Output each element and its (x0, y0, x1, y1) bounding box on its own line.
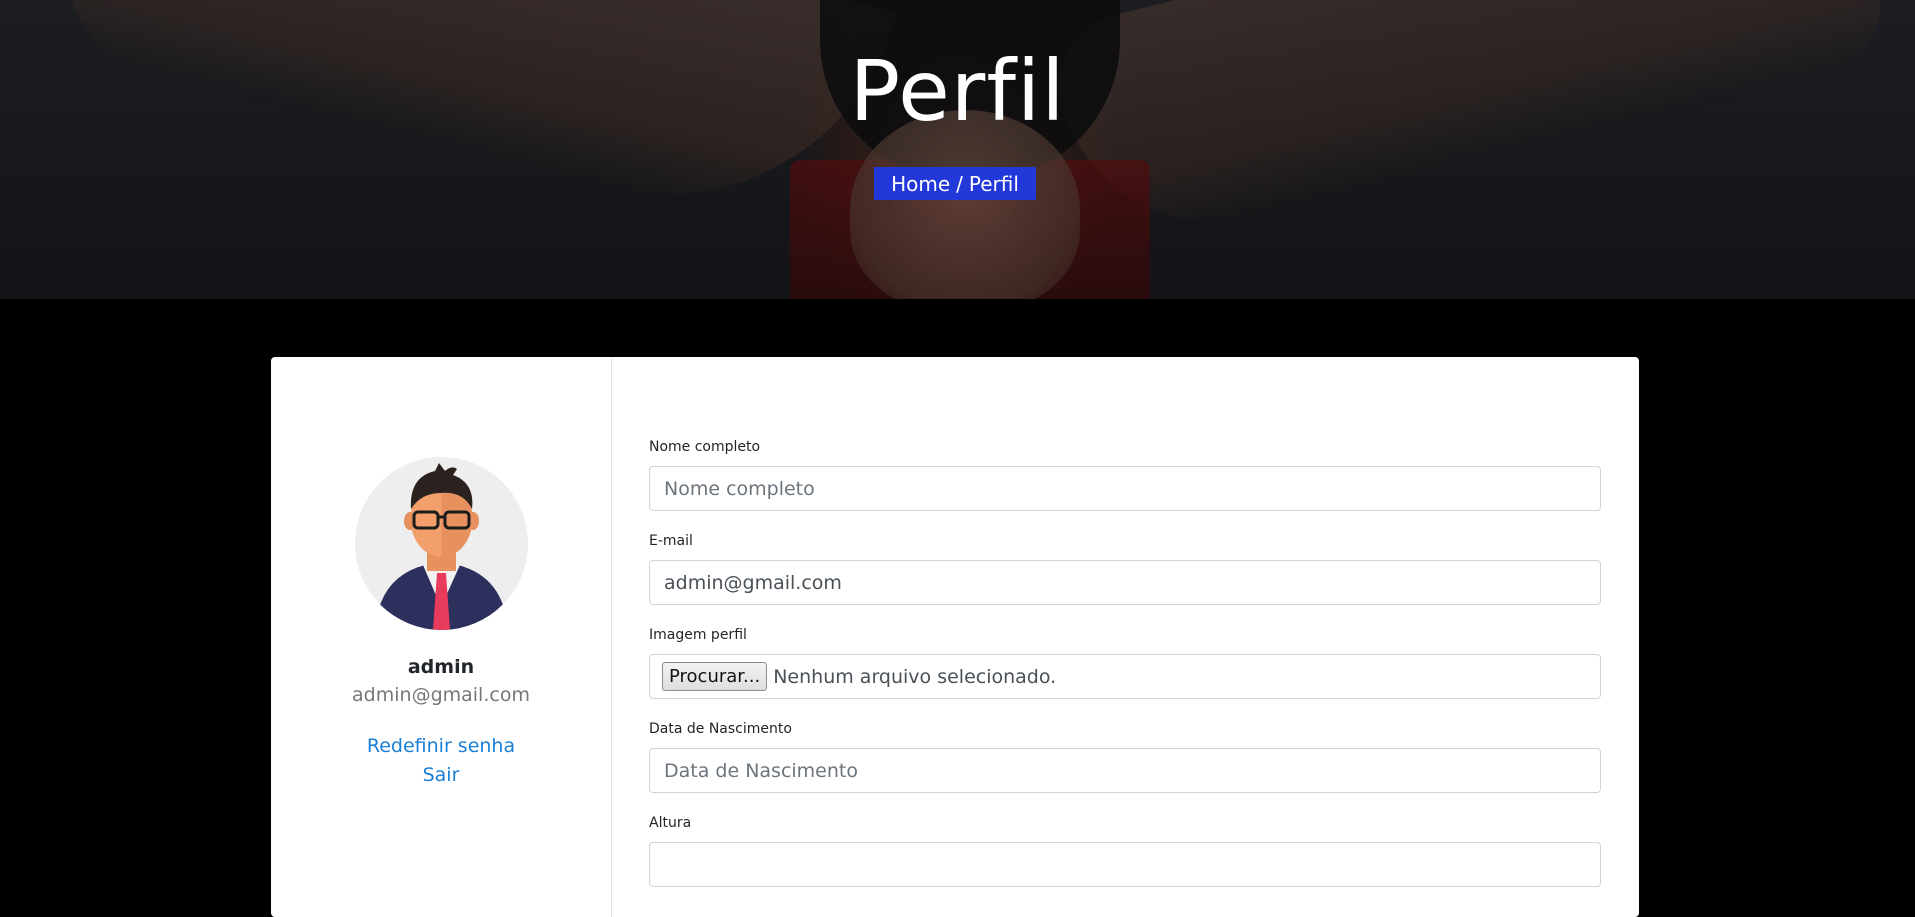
breadcrumb-separator: / (956, 171, 963, 196)
full-name-group: Nome completo Nome completo (649, 439, 1602, 511)
hero-banner: Perfil Home / Perfil (0, 0, 1915, 299)
image-group: Imagem perfil Procurar... Nenhum arquivo… (649, 627, 1602, 699)
email-label: E-mail (649, 533, 693, 549)
breadcrumb-home-link[interactable]: Home (891, 172, 950, 196)
profile-username: admin (407, 656, 475, 678)
file-status-text: Nenhum arquivo selecionado. (773, 665, 1057, 688)
profile-card: admin admin@gmail.com Redefinir senha Sa… (271, 357, 1639, 917)
breadcrumb: Home / Perfil (874, 167, 1036, 200)
browse-button[interactable]: Procurar... (662, 662, 768, 691)
page-title: Perfil (849, 42, 1066, 140)
profile-form: Nome completo Nome completo E-mail admin… (612, 357, 1639, 917)
image-label: Imagem perfil (649, 627, 747, 643)
profile-email: admin@gmail.com (352, 684, 530, 706)
email-group: E-mail admin@gmail.com (649, 533, 1602, 605)
logout-link[interactable]: Sair (367, 761, 515, 790)
email-input[interactable]: admin@gmail.com (649, 560, 1601, 605)
height-label: Altura (649, 815, 692, 831)
birth-date-group: Data de Nascimento Data de Nascimento (649, 721, 1602, 793)
profile-sidebar: admin admin@gmail.com Redefinir senha Sa… (271, 357, 612, 917)
image-file-input[interactable]: Procurar... Nenhum arquivo selecionado. (649, 654, 1601, 699)
height-input[interactable] (649, 842, 1601, 887)
height-group: Altura (649, 815, 1602, 887)
full-name-label: Nome completo (649, 439, 761, 455)
avatar (354, 457, 528, 630)
birth-date-input[interactable]: Data de Nascimento (649, 748, 1601, 793)
breadcrumb-current: Perfil (968, 171, 1019, 196)
profile-links: Redefinir senha Sair (367, 732, 515, 790)
avatar-illustration-icon (354, 457, 528, 630)
reset-password-link[interactable]: Redefinir senha (367, 732, 515, 761)
birth-date-label: Data de Nascimento (649, 721, 792, 737)
full-name-input[interactable]: Nome completo (649, 466, 1601, 511)
